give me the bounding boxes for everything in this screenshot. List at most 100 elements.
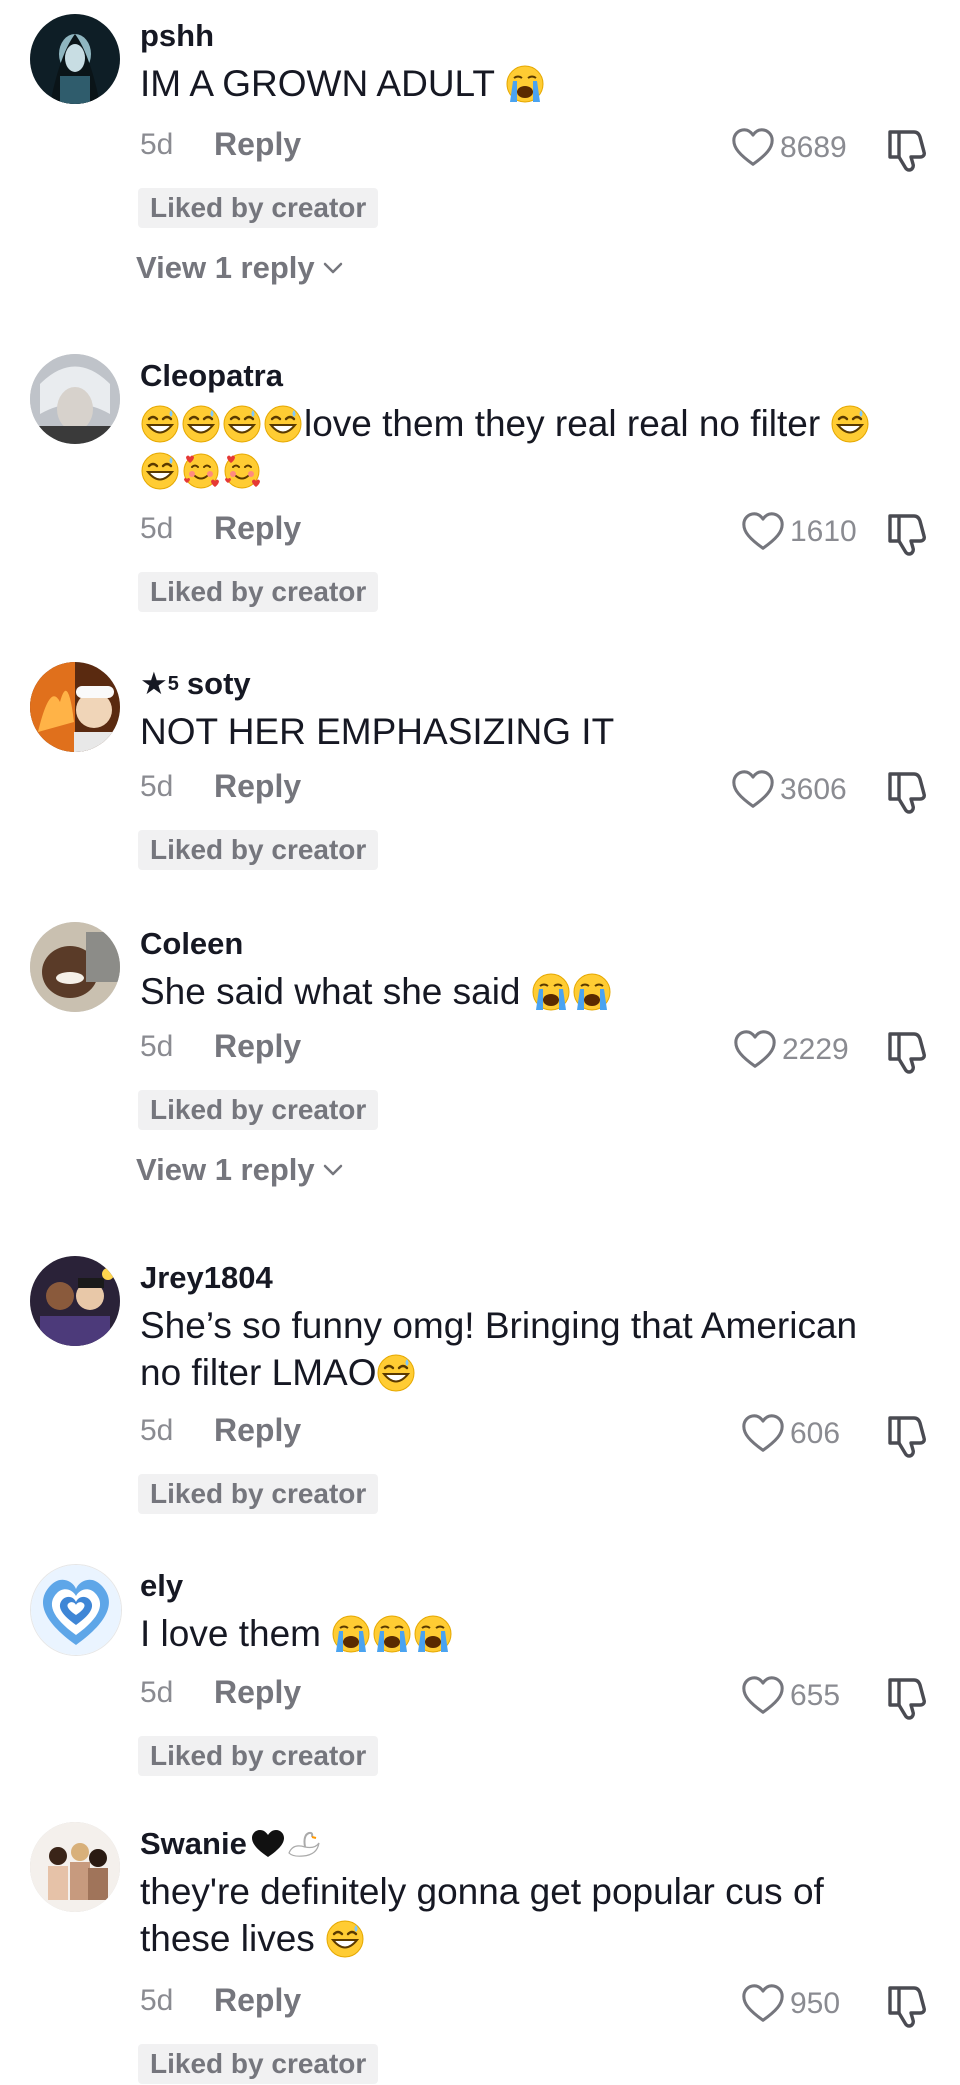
comment-time: 5d	[140, 1030, 174, 1063]
view-replies-label: View 1 reply	[136, 1152, 315, 1187]
view-replies-button[interactable]: View 1 reply	[136, 250, 343, 286]
comment-text: NOT HER EMPHASIZING IT	[140, 708, 930, 755]
liked-by-creator-badge: Liked by creator	[138, 1090, 379, 1130]
username-emojis	[251, 1829, 321, 1859]
view-replies-label: View 1 reply	[136, 250, 315, 285]
thumbs-down-icon[interactable]	[886, 508, 930, 556]
crying-emoji-icon	[413, 1614, 453, 1654]
reply-button[interactable]: Reply	[214, 1674, 301, 1711]
thumbs-down-icon[interactable]	[886, 1672, 930, 1720]
username[interactable]: ★ 5 soty	[140, 666, 251, 702]
reply-button[interactable]: Reply	[214, 1982, 301, 2019]
like-count: 655	[790, 1679, 841, 1712]
liked-by-creator-badge: Liked by creator	[138, 572, 379, 612]
grin-sweat-emoji-icon	[376, 1353, 416, 1393]
reply-button[interactable]: Reply	[214, 1028, 301, 1065]
comment-time: 5d	[140, 770, 174, 803]
like-count: 606	[790, 1417, 841, 1450]
chevron-down-icon	[323, 1164, 343, 1176]
grin-sweat-emoji-icon	[222, 404, 262, 444]
like-count: 3606	[780, 773, 847, 806]
avatar[interactable]	[30, 662, 120, 752]
avatar[interactable]	[30, 14, 120, 104]
comment-text-content: She said what she said	[140, 971, 521, 1012]
thumbs-down-icon[interactable]	[886, 766, 930, 814]
like-count: 1610	[790, 515, 857, 548]
heart-outline-icon	[740, 1673, 786, 1719]
username[interactable]: Jrey1804	[140, 1260, 273, 1296]
comment-time: 5d	[140, 1676, 174, 1709]
like-button[interactable]: 655	[740, 1672, 840, 1720]
black-heart-icon	[251, 1830, 284, 1857]
comment-time: 5d	[140, 512, 174, 545]
heart-outline-icon	[740, 509, 786, 555]
comment-text-content: IM A GROWN ADULT	[140, 63, 495, 104]
like-count: 2229	[782, 1033, 849, 1066]
comment-text: love them they real real no filter	[140, 400, 930, 494]
like-button[interactable]: 950	[740, 1980, 840, 2028]
liked-by-creator-badge: Liked by creator	[138, 2044, 379, 2084]
username[interactable]: Swanie	[140, 1826, 321, 1862]
comment-text-line1: She’s so funny omg! Bringing that Americ…	[140, 1305, 858, 1346]
comment-text-line1: they're definitely gonna get popular cus…	[140, 1871, 824, 1912]
thumbs-down-icon[interactable]	[886, 1410, 930, 1458]
grin-sweat-emoji-icon	[830, 404, 870, 444]
crying-emoji-icon	[372, 1614, 412, 1654]
comment-text-line2: no filter LMAO	[140, 1352, 377, 1393]
reply-button[interactable]: Reply	[214, 126, 301, 163]
username[interactable]: Coleen	[140, 926, 243, 962]
liked-by-creator-badge: Liked by creator	[138, 1474, 379, 1514]
chevron-down-icon	[323, 262, 343, 274]
thumbs-down-icon[interactable]	[886, 1980, 930, 2028]
crying-emoji-icon	[505, 64, 545, 104]
swan-icon	[288, 1831, 320, 1857]
reply-button[interactable]: Reply	[214, 1412, 301, 1449]
avatar[interactable]	[30, 1256, 120, 1346]
thumbs-down-icon[interactable]	[886, 124, 930, 172]
comment-time: 5d	[140, 1984, 174, 2017]
liked-by-creator-badge: Liked by creator	[138, 188, 379, 228]
crying-emoji-icon	[572, 972, 612, 1012]
username[interactable]: pshh	[140, 18, 214, 54]
comment-time: 5d	[140, 1414, 174, 1447]
grin-sweat-emoji-icon	[140, 404, 180, 444]
like-button[interactable]: 3606	[730, 766, 847, 814]
comment-text: they're definitely gonna get popular cus…	[140, 1868, 930, 1962]
smiling-hearts-emoji-icon	[181, 451, 221, 491]
comment-time: 5d	[140, 128, 174, 161]
thumbs-down-icon[interactable]	[886, 1026, 930, 1074]
smiling-hearts-emoji-icon	[222, 451, 262, 491]
like-button[interactable]: 1610	[740, 508, 857, 556]
like-count: 950	[790, 1987, 841, 2020]
heart-outline-icon	[730, 767, 776, 813]
avatar[interactable]	[30, 354, 120, 444]
username-text: soty	[186, 666, 251, 701]
like-button[interactable]: 8689	[730, 124, 847, 172]
comment-text-line2: these lives	[140, 1918, 315, 1959]
comment-text: She’s so funny omg! Bringing that Americ…	[140, 1302, 930, 1396]
like-button[interactable]: 606	[740, 1410, 840, 1458]
avatar[interactable]	[30, 1822, 120, 1912]
like-button[interactable]: 2229	[732, 1026, 849, 1074]
grin-sweat-emoji-icon	[263, 404, 303, 444]
like-count: 8689	[780, 131, 847, 164]
comment-text-content: I love them	[140, 1613, 321, 1654]
username-superscript: 5	[167, 672, 179, 695]
reply-button[interactable]: Reply	[214, 510, 301, 547]
grin-sweat-emoji-icon	[325, 1919, 365, 1959]
crying-emoji-icon	[331, 1614, 371, 1654]
view-replies-button[interactable]: View 1 reply	[136, 1152, 343, 1188]
grin-sweat-emoji-icon	[181, 404, 221, 444]
heart-outline-icon	[732, 1027, 778, 1073]
avatar[interactable]	[30, 922, 120, 1012]
liked-by-creator-badge: Liked by creator	[138, 830, 379, 870]
username[interactable]: Cleopatra	[140, 358, 283, 394]
username[interactable]: ely	[140, 1568, 183, 1604]
heart-outline-icon	[740, 1411, 786, 1457]
heart-outline-icon	[730, 125, 776, 171]
heart-outline-icon	[740, 1981, 786, 2027]
username-text: Swanie	[140, 1826, 247, 1861]
comment-text-content: NOT HER EMPHASIZING IT	[140, 711, 615, 752]
avatar[interactable]	[30, 1564, 122, 1656]
reply-button[interactable]: Reply	[214, 768, 301, 805]
